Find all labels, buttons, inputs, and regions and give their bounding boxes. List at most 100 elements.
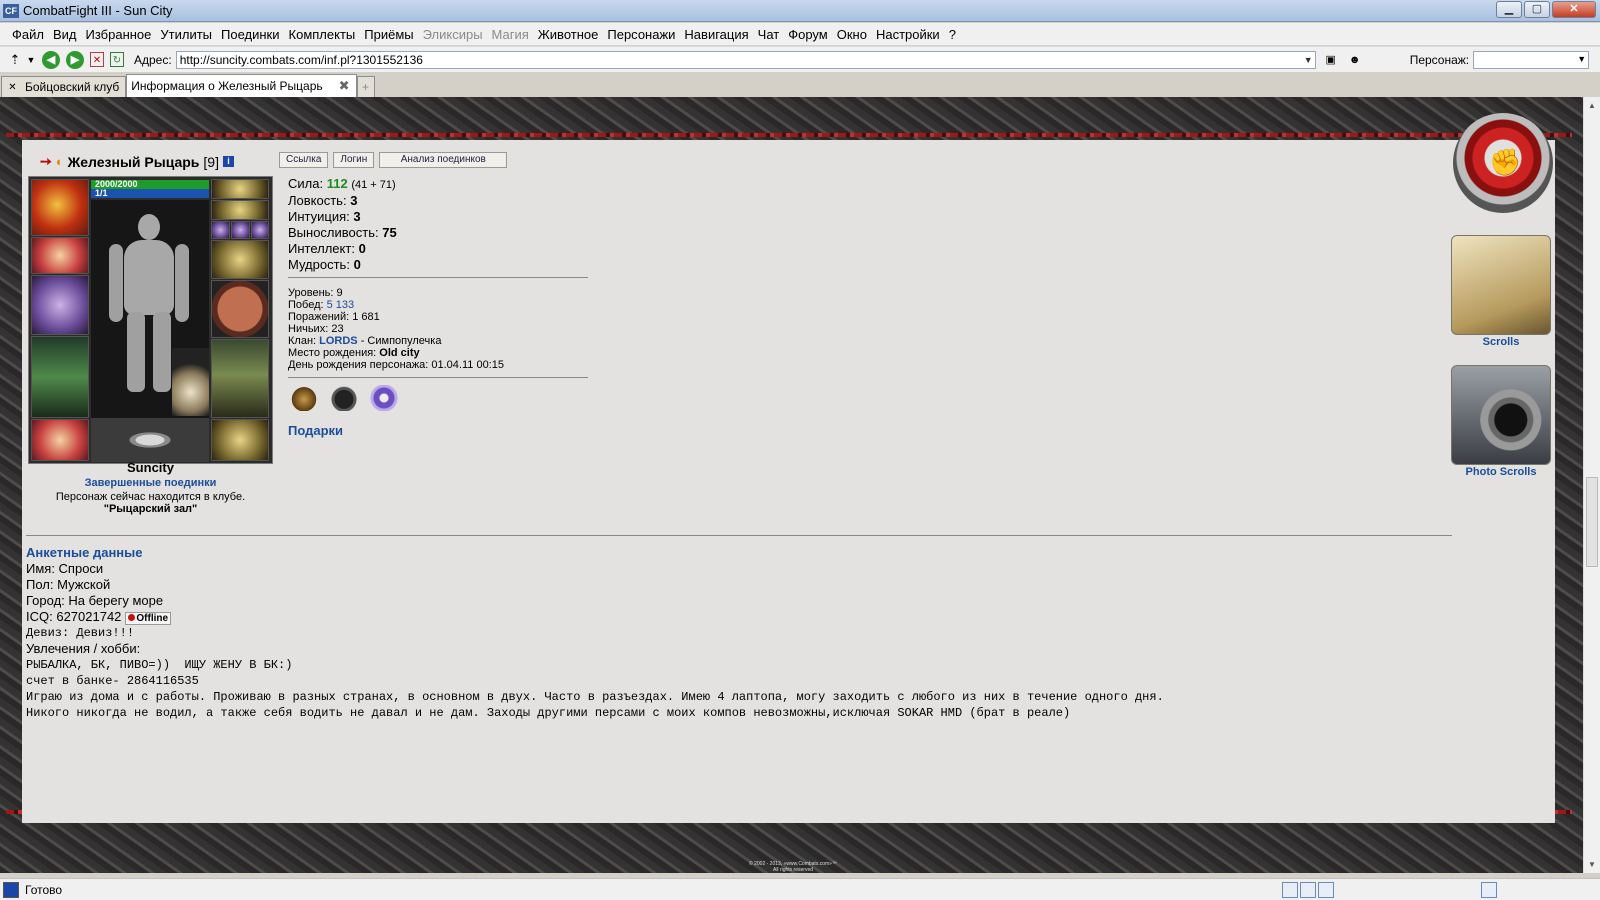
wins-link[interactable]: 5 133: [327, 299, 355, 311]
analyze-fights-button[interactable]: Анализ поединков: [379, 152, 508, 168]
dark-figure-badge-icon[interactable]: [330, 385, 358, 411]
menu-techniques[interactable]: Приёмы: [364, 27, 413, 42]
refresh-status-icon[interactable]: [1481, 882, 1497, 898]
page-icon[interactable]: ▣: [1322, 51, 1340, 69]
gloves-slot[interactable]: [211, 240, 269, 279]
stat-intellect: Интеллект: 0: [288, 241, 366, 256]
character-actions: Ссылка Логин Анализ поединков: [279, 152, 508, 168]
menu-magic: Магия: [491, 26, 529, 42]
status-dot-icon: [128, 614, 136, 621]
vertical-scrollbar[interactable]: ▲ ▼: [1583, 97, 1600, 873]
menu-help[interactable]: ?: [949, 27, 956, 42]
dropdown-arrow-icon[interactable]: ▼: [26, 51, 36, 69]
menu-navigation[interactable]: Навигация: [684, 27, 748, 42]
scrolls-button[interactable]: Scrolls: [1451, 235, 1551, 348]
people-icon[interactable]: ☻: [1346, 51, 1364, 69]
window-icon[interactable]: [1318, 882, 1334, 898]
ring-slot-3[interactable]: [251, 221, 269, 239]
menu-fights[interactable]: Поединки: [221, 27, 280, 42]
menu-window[interactable]: Окно: [837, 27, 867, 42]
status-bar: Готово: [0, 878, 1600, 900]
menu-file[interactable]: Файл: [12, 27, 44, 42]
clock-icon[interactable]: [1282, 882, 1298, 898]
menu-characters[interactable]: Персонажи: [607, 27, 675, 42]
maximize-button[interactable]: ▢: [1524, 1, 1550, 18]
menu-chat[interactable]: Чат: [758, 27, 780, 42]
amulet-slot[interactable]: [211, 200, 269, 220]
login-button[interactable]: Логин: [333, 152, 375, 168]
earrings-slot[interactable]: [211, 179, 269, 199]
menu-favorites[interactable]: Избранное: [86, 27, 152, 42]
intuition-value: 3: [353, 209, 361, 224]
purple-orb-badge-icon[interactable]: [370, 385, 398, 411]
refresh-icon[interactable]: ↻: [110, 52, 124, 67]
scroll-thumb[interactable]: [1586, 477, 1598, 567]
strength-detail: (41 + 71): [351, 179, 396, 191]
fight-club-emblem[interactable]: ✊: [1453, 113, 1553, 213]
character-dropdown-icon[interactable]: ▼: [1577, 54, 1586, 64]
menu-utilities[interactable]: Утилиты: [160, 27, 212, 42]
app-icon: CF: [3, 3, 19, 18]
weapon-slot[interactable]: [31, 275, 89, 335]
forward-icon[interactable]: ▶: [66, 50, 84, 69]
address-label: Адрес:: [134, 52, 172, 67]
photo-scrolls-label: Photo Scrolls: [1465, 466, 1537, 478]
title-bar: CF CombatFight III - Sun City ▁ ▢ ✕: [0, 0, 1600, 22]
shield-slot[interactable]: [211, 280, 269, 338]
link-button[interactable]: Ссылка: [279, 152, 329, 168]
tab-label: Информация о Железный Рыцарь: [131, 79, 323, 93]
minimize-button[interactable]: ▁: [1496, 1, 1522, 18]
finished-fights-link[interactable]: Завершенные поединки: [28, 477, 273, 489]
profile-hobby-line: Никого никогда не водил, а также себя во…: [26, 706, 1071, 720]
arrow-icon[interactable]: ➙: [40, 153, 52, 170]
info-wins: Побед: 5 133: [288, 299, 355, 311]
belt-slot[interactable]: [31, 419, 89, 461]
menu-animal[interactable]: Животное: [538, 27, 599, 42]
pin-icon[interactable]: ⇡: [6, 51, 24, 69]
list-icon[interactable]: [1300, 882, 1316, 898]
bracers-slot[interactable]: [31, 237, 89, 274]
new-tab-button[interactable]: +: [356, 76, 375, 97]
character-stats: Сила: 112 (41 + 71) Ловкость: 3 Интуиция…: [288, 176, 397, 273]
character-select[interactable]: ▼: [1473, 50, 1590, 69]
gifts-link[interactable]: Подарки: [288, 423, 343, 438]
info-birthplace: Место рождения: Old city: [288, 347, 420, 359]
address-input[interactable]: http://suncity.combats.com/inf.pl?130155…: [175, 50, 1316, 69]
clan-link[interactable]: LORDS: [319, 335, 358, 347]
ring-slot-1[interactable]: [211, 221, 230, 239]
pet-slot[interactable]: [172, 348, 209, 416]
menu-forum[interactable]: Форум: [788, 27, 828, 42]
menu-settings[interactable]: Настройки: [876, 27, 940, 42]
close-button[interactable]: ✕: [1552, 1, 1596, 18]
stat-strength: Сила: 112 (41 + 71): [288, 176, 396, 191]
helmet-slot[interactable]: [31, 179, 89, 236]
back-icon[interactable]: ◀: [42, 50, 60, 69]
profile-hobby-line: счет в банке- 2864116535: [26, 674, 199, 688]
address-dropdown-icon[interactable]: ▼: [1304, 52, 1313, 68]
scroll-down-icon[interactable]: ▼: [1588, 860, 1596, 869]
binoculars-badge-icon[interactable]: [290, 385, 318, 411]
top-border-ornament: [6, 133, 1572, 137]
ring-slot-2[interactable]: [231, 221, 250, 239]
tab-close-icon[interactable]: ✖: [339, 78, 350, 94]
profile-motto: Девиз: Девиз!!!: [26, 626, 135, 640]
tab-fight-club[interactable]: ✕ Бойцовский клуб: [1, 76, 127, 97]
endurance-value: 75: [382, 225, 397, 240]
info-icon[interactable]: i: [223, 156, 234, 167]
photo-scrolls-button[interactable]: Photo Scrolls: [1451, 365, 1551, 478]
leggings-slot[interactable]: [211, 339, 269, 418]
boots-slot[interactable]: [211, 419, 269, 461]
stop-icon[interactable]: ✕: [90, 52, 104, 67]
badges: [290, 385, 398, 411]
armor-slot[interactable]: [31, 336, 89, 418]
menu-bar: Файл Вид Избранное Утилиты Поединки Комп…: [0, 23, 1600, 45]
location-text: Персонаж сейчас находится в клубе.: [55, 491, 246, 503]
info-clan: Клан: LORDS - Симпопулечка: [288, 335, 442, 347]
tab-character-info[interactable]: i Информация о Железный Рыцарь ✖: [126, 74, 357, 374]
icq-status-badge[interactable]: Offline: [125, 612, 172, 625]
mana-bar: 1/1: [91, 189, 209, 198]
menu-sets[interactable]: Комплекты: [289, 27, 356, 42]
menu-view[interactable]: Вид: [53, 27, 77, 42]
room-name: "Рыцарский зал": [103, 503, 198, 515]
scroll-up-icon[interactable]: ▲: [1588, 101, 1596, 110]
